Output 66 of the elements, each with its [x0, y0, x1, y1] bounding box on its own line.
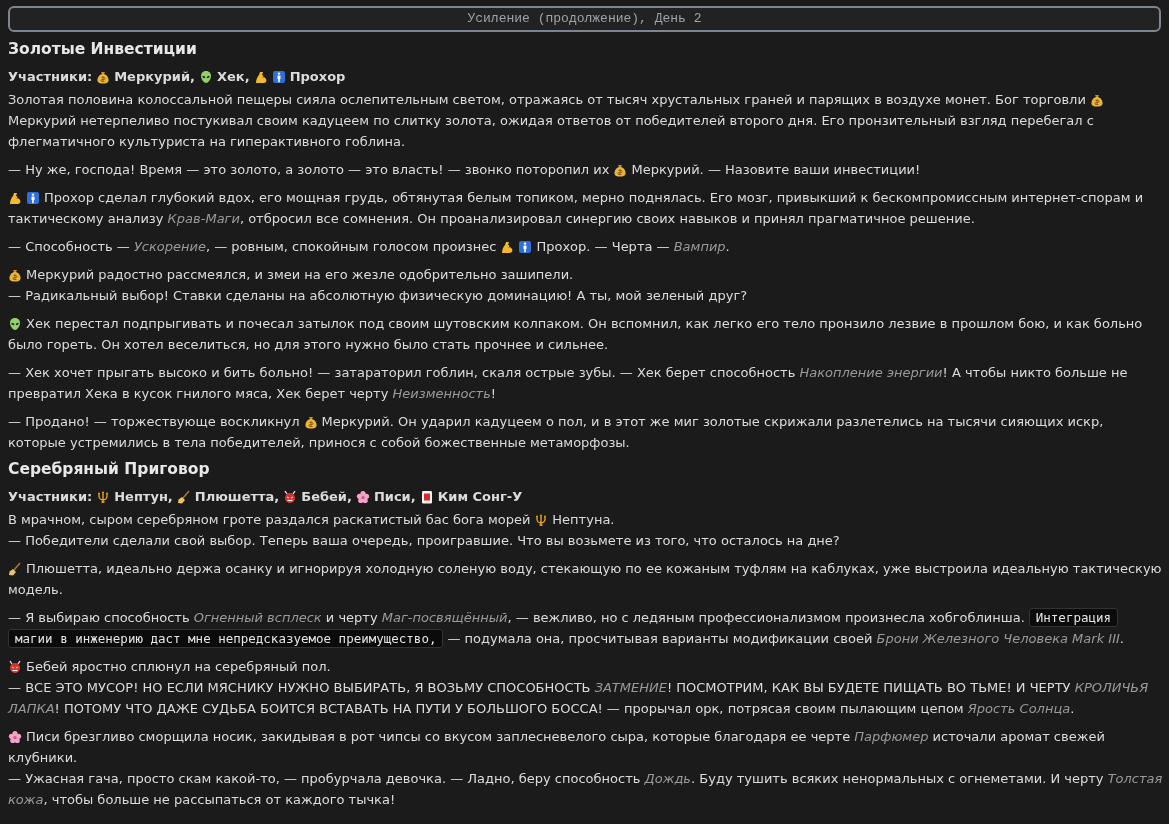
paragraph-text: — Продано! — торжествующе воскликнул: [8, 414, 300, 429]
paragraph-text: Меркурий радостно рассмеялся, и змеи на его жезле одобрительно зашипели.: [26, 267, 574, 282]
paragraph-text: — ВСЕ ЭТО МУСОР! НО ЕСЛИ МЯСНИКУ НУЖНО ВЫБИРАТЬ, Я ВОЗЬМУ СПОСОБНОСТЬ ЗАТМЕНИЕ! ПОСМОТРИМ, КАК ВЫ БУДЕТЕ ПИЩАТЬ ВО ТЬМЕ! И ЧЕРТУ КРОЛИЧЬЯ: [8, 680, 1149, 695]
paragraph-text: клубники.: [8, 750, 78, 765]
paragraph-text: Прохор. — Черта — Вампир.: [536, 239, 730, 254]
paragraph-text: Золотая половина колоссальной пещеры сияла ослепительным светом, отражаясь от тысяч хрустальных граней и парящих в воздухе монет. Бог торговли: [8, 92, 1086, 107]
money-bag-icon: [96, 69, 111, 84]
participant-name: Хек,: [217, 69, 250, 84]
paragraph-text: Плюшетта, идеально держа осанку и игнорируя холодную соленую воду, стекающую по ее кожаным туфлям на каблуках, уже выстроила идеальную тактическую: [26, 561, 1162, 576]
paragraph-text: — подумала она, просчитывая варианты модификации своей Брони Железного Человека Mark III.: [447, 631, 1124, 646]
participant-name: Нептун,: [114, 489, 173, 504]
participant-name: Плюшетта,: [194, 489, 280, 504]
paragraph-text: Прохор сделал глубокий вдох, его мощная грудь, обтянутая белым топиком, мерно поднялась. Его мозг, привыкший к бескомпромиссным интернет-спорам и: [44, 190, 1144, 205]
blossom-icon: [355, 489, 370, 504]
inline-code: магии в инженерию даст мне непредсказуемое преимущество,: [8, 629, 444, 648]
paragraph-text: ЛАПКА! ПОТОМУ ЧТО ДАЖЕ СУДЬБА БОИТСЯ ВСТАВАТЬ НА ПУТИ У БОЛЬШОГО БОССА! — прорычал орк, потрясая своим пылающим цепом Ярость Солнца.: [8, 701, 1075, 716]
paragraph-text: было гореть. Он хотел веселиться, но для этого нужно было стать прочнее и сильнее.: [8, 337, 609, 352]
paragraph-text: флегматичного культуриста на гиперактивного гоблина.: [8, 134, 406, 149]
paragraph-text: тактическому анализу Крав-Маги, отбросил все сомнения. Он проанализировал синергию своих навыков и принял прагматичное решение.: [8, 211, 975, 226]
paragraph-text: превратил Хека в кусок гнилого мяса, Хек берет черту Неизменность!: [8, 386, 497, 401]
participant-name: Бебей,: [301, 489, 352, 504]
section-heading: Серебряный Приговор: [8, 460, 210, 478]
paragraph-text: которые устремились в тела победителей, принося с собой божественные метаморфозы.: [8, 435, 630, 450]
man-sign-icon: [518, 239, 533, 254]
blossom-icon: [8, 729, 22, 744]
chapter-title-bar: Усиление (продолжение), День 2: [8, 6, 1161, 32]
broom-icon: [8, 561, 22, 576]
money-bag-icon: [613, 162, 628, 177]
inline-code: Интеграция: [1028, 608, 1119, 627]
section-heading: Золотые Инвестиции: [8, 40, 197, 58]
trident-icon: [534, 512, 549, 527]
paragraph-text: — Ну же, господа! Время — это золото, а золото — это власть! — звонко поторопил их: [8, 162, 610, 177]
paragraph-text: — Я выбираю способность Огненный всплеск и черту Маг-посвящённый, — вежливо, но с ледяным профессионализмом произнесла хобгоблинша.: [8, 610, 1025, 625]
paragraph-text: кожа, чтобы больше не рассыпаться от каждого тычка!: [8, 792, 396, 807]
alien-icon: [8, 316, 22, 331]
paragraph-text: — Способность — Ускорение, — ровным, спокойным голосом произнес: [8, 239, 497, 254]
participants-label: Участники:: [8, 69, 93, 84]
paragraph-text: Писи брезгливо сморщила носик, закидывая в рот чипсы со вкусом заплесневелого сыра, которые благодаря ее черте Парфюмер источали аромат свежей: [26, 729, 1105, 744]
trident-icon: [96, 489, 111, 504]
paragraph-text: — Радикальный выбор! Ставки сделаны на абсолютную физическую доминацию! А ты, мой зеленый друг?: [8, 288, 748, 303]
paragraph-text: модель.: [8, 582, 63, 597]
paragraph-text: Меркурий. Он ударил кадуцеем о пол, и в этот же миг золотые скрижали разлетелись на тысячи сияющих искр,: [321, 414, 1104, 429]
participant-name: Ким Сонг-У: [437, 489, 523, 504]
participant-name: Прохор: [289, 69, 346, 84]
paragraph-text: В мрачном, сыром серебряном гроте раздался раскатистый бас бога морей: [8, 512, 531, 527]
broom-icon: [176, 489, 191, 504]
participant-name: Писи,: [373, 489, 416, 504]
money-bag-icon: [303, 414, 318, 429]
paragraph-text: — Победители сделали свой выбор. Теперь ваша очередь, проигравшие. Что вы возьмете из того, что осталось на дне?: [8, 533, 840, 548]
paragraph-text: — Ужасная гача, просто скам какой-то, — пробурчала девочка. — Ладно, беру способность Дождь. Буду тушить всяких ненормальных с огнеметами. И черту Толстая: [8, 771, 1163, 786]
devil-mask-icon: [8, 659, 22, 674]
participant-name: Меркурий,: [114, 69, 195, 84]
paragraph-text: Хек перестал подпрыгивать и почесал затылок под своим шутовским колпаком. Он вспомнил, как легко его тело пронзило лезвие в прошлом бою, и как больно: [26, 316, 1143, 331]
alien-icon: [199, 69, 213, 84]
man-sign-icon: [271, 69, 286, 84]
paragraph-text: Меркурий нетерпеливо постукивал своим кадуцеем по слитку золота, ожидая ответов от победителей второго дня. Его пронзительный взгляд перебегал с: [8, 113, 1094, 128]
paragraph-text: — Хек хочет прыгать высоко и бить больно! — затараторил гоблин, скаля острые зубы. — Хек берет способность Накопление энергии! А чтобы никто больше не: [8, 365, 1128, 380]
paragraph-text: Бебей яростно сплюнул на серебряный пол.: [26, 659, 331, 674]
money-bag-icon: [8, 267, 22, 282]
participants-label: Участники:: [8, 489, 93, 504]
money-bag-icon: [1089, 92, 1104, 107]
mahjong-tile-icon: [419, 489, 434, 504]
paragraph-text: Нептуна.: [552, 512, 615, 527]
devil-mask-icon: [283, 489, 298, 504]
paragraph-text: Меркурий. — Назовите ваши инвестиции!: [631, 162, 921, 177]
man-sign-icon: [26, 190, 40, 205]
